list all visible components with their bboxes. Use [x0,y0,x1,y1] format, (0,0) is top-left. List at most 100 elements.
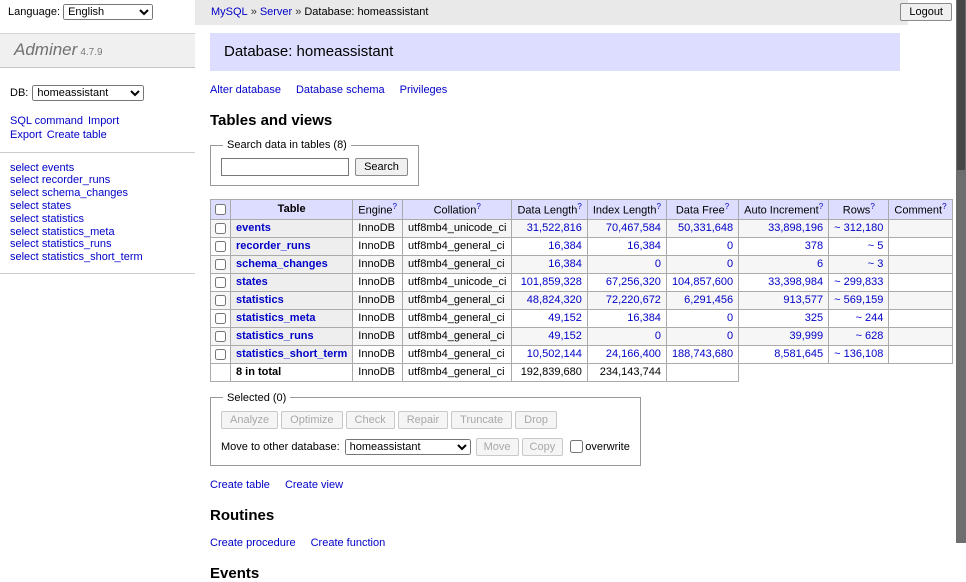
help-link[interactable]: ? [725,202,729,211]
privileges-link[interactable]: Privileges [400,84,448,96]
db-select[interactable]: homeassistant [32,85,144,101]
data-length-link[interactable]: 49,152 [548,330,582,342]
search-button[interactable]: Search [355,158,408,176]
index-length-link[interactable]: 67,256,320 [606,276,661,288]
sidebar-table-link[interactable]: statistics_meta [42,226,115,238]
copy-button[interactable]: Copy [522,438,564,456]
rows-link[interactable]: ~ 312,180 [834,222,883,234]
analyze-button[interactable]: Analyze [221,411,278,429]
table-name-link[interactable]: statistics_short_term [236,348,347,360]
select-table-link[interactable]: select [10,187,39,199]
app-name[interactable]: Adminer [14,40,77,59]
data-free-link[interactable]: 0 [727,240,733,252]
move-button[interactable]: Move [476,438,519,456]
row-checkbox[interactable] [215,241,226,252]
sidebar-table-link[interactable]: schema_changes [42,187,128,199]
index-length-link[interactable]: 16,384 [627,312,661,324]
sidebar-table-link[interactable]: recorder_runs [42,174,110,186]
row-checkbox[interactable] [215,349,226,360]
sidebar-table-link[interactable]: states [42,200,71,212]
check-button[interactable]: Check [346,411,395,429]
table-name-link[interactable]: statistics_runs [236,330,314,342]
check-all-checkbox[interactable] [215,204,226,215]
overwrite-checkbox[interactable] [570,440,583,453]
overwrite-option[interactable]: overwrite [570,441,630,453]
data-free-link[interactable]: 188,743,680 [672,348,733,360]
sidebar-table-link[interactable]: statistics_runs [42,238,112,250]
data-length-link[interactable]: 48,824,320 [527,294,582,306]
import-link[interactable]: Import [88,115,119,127]
table-name-link[interactable]: statistics [236,294,284,306]
rows-link[interactable]: ~ 628 [856,330,884,342]
truncate-button[interactable]: Truncate [451,411,512,429]
rows-link[interactable]: ~ 244 [856,312,884,324]
select-table-link[interactable]: select [10,174,39,186]
sidebar-table-link[interactable]: events [42,162,74,174]
row-checkbox[interactable] [215,259,226,270]
data-free-link[interactable]: 6,291,456 [684,294,733,306]
export-link[interactable]: Export [10,129,42,141]
rows-link[interactable]: ~ 569,159 [834,294,883,306]
row-checkbox[interactable] [215,223,226,234]
language-select[interactable]: English [63,4,153,20]
sidebar-table-link[interactable]: statistics [42,213,84,225]
auto-increment-link[interactable]: 6 [817,258,823,270]
rows-link[interactable]: ~ 5 [868,240,884,252]
logout-button[interactable]: Logout [900,3,952,21]
data-length-link[interactable]: 49,152 [548,312,582,324]
breadcrumb-mysql-link[interactable]: MySQL [211,6,248,18]
search-input[interactable] [221,158,349,176]
select-table-link[interactable]: select [10,162,39,174]
index-length-link[interactable]: 16,384 [627,240,661,252]
row-checkbox[interactable] [215,295,226,306]
index-length-link[interactable]: 0 [655,258,661,270]
auto-increment-link[interactable]: 33,398,984 [768,276,823,288]
table-name-link[interactable]: recorder_runs [236,240,311,252]
rows-link[interactable]: ~ 3 [868,258,884,270]
create-table-link[interactable]: Create table [47,129,107,141]
data-length-link[interactable]: 101,859,328 [521,276,582,288]
alter-database-link[interactable]: Alter database [210,84,281,96]
data-free-link[interactable]: 0 [727,312,733,324]
index-length-link[interactable]: 24,166,400 [606,348,661,360]
rows-link[interactable]: ~ 299,833 [834,276,883,288]
data-free-link[interactable]: 0 [727,330,733,342]
sql-command-link[interactable]: SQL command [10,115,83,127]
repair-button[interactable]: Repair [398,411,448,429]
drop-button[interactable]: Drop [515,411,557,429]
auto-increment-link[interactable]: 913,577 [783,294,823,306]
help-link[interactable]: ? [870,202,874,211]
auto-increment-link[interactable]: 8,581,645 [774,348,823,360]
optimize-button[interactable]: Optimize [281,411,342,429]
help-link[interactable]: ? [393,202,397,211]
data-free-link[interactable]: 104,857,600 [672,276,733,288]
table-name-link[interactable]: statistics_meta [236,312,316,324]
table-name-link[interactable]: states [236,276,268,288]
table-name-link[interactable]: events [236,222,271,234]
row-checkbox[interactable] [215,331,226,342]
row-checkbox[interactable] [215,313,226,324]
data-length-link[interactable]: 31,522,816 [527,222,582,234]
data-length-link[interactable]: 16,384 [548,258,582,270]
auto-increment-link[interactable]: 39,999 [790,330,824,342]
select-table-link[interactable]: select [10,213,39,225]
row-checkbox[interactable] [215,277,226,288]
breadcrumb-server-link[interactable]: Server [260,6,292,18]
rows-link[interactable]: ~ 136,108 [834,348,883,360]
help-link[interactable]: ? [656,202,660,211]
scrollbar[interactable] [956,0,966,543]
create-view-link[interactable]: Create view [285,479,343,491]
create-table-link-main[interactable]: Create table [210,479,270,491]
select-table-link[interactable]: select [10,200,39,212]
sidebar-table-link[interactable]: statistics_short_term [42,251,143,263]
index-length-link[interactable]: 72,220,672 [606,294,661,306]
data-length-link[interactable]: 10,502,144 [527,348,582,360]
help-link[interactable]: ? [476,202,480,211]
index-length-link[interactable]: 0 [655,330,661,342]
index-length-link[interactable]: 70,467,584 [606,222,661,234]
help-link[interactable]: ? [819,202,823,211]
table-name-link[interactable]: schema_changes [236,258,328,270]
database-schema-link[interactable]: Database schema [296,84,385,96]
data-length-link[interactable]: 16,384 [548,240,582,252]
auto-increment-link[interactable]: 325 [805,312,823,324]
